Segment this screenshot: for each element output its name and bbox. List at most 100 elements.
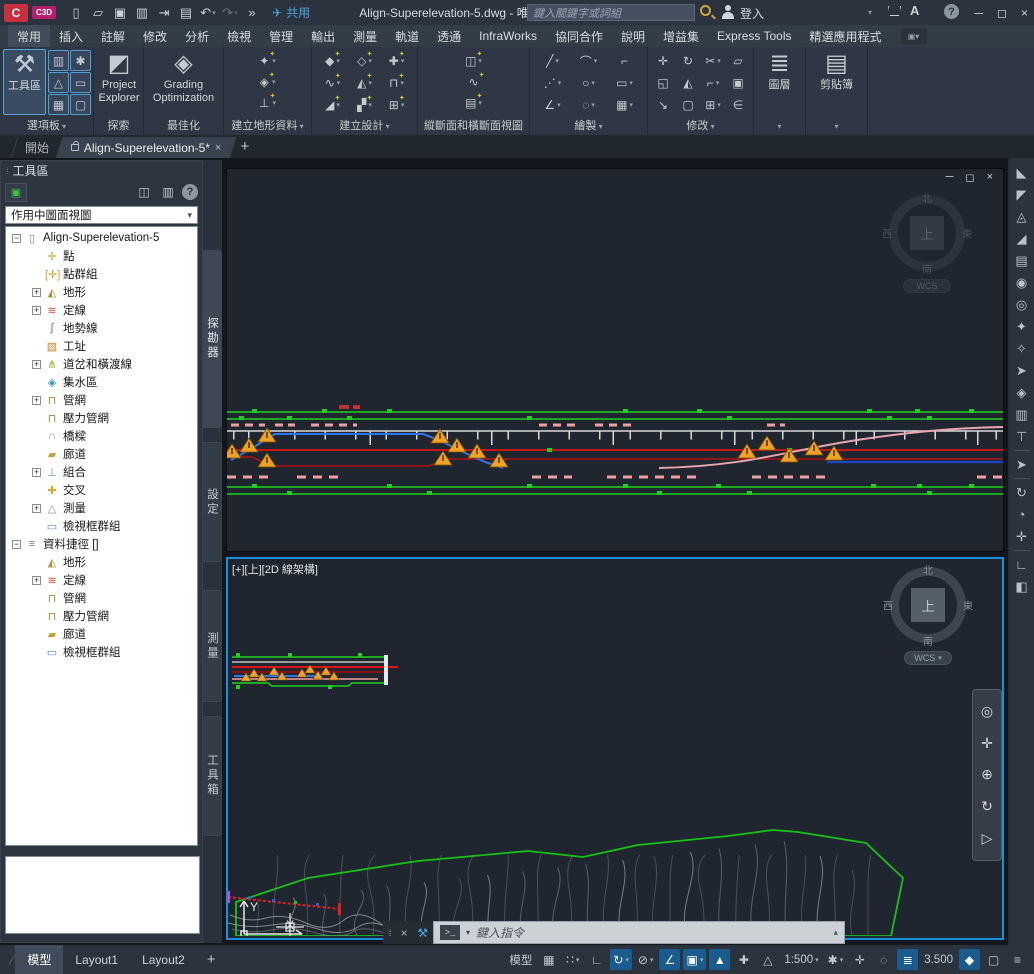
tree-expand-toggle[interactable]	[32, 468, 41, 477]
ribbon-tab[interactable]: 修改	[134, 25, 176, 47]
tree-item[interactable]: ≡ 資料捷徑 []	[6, 535, 197, 553]
zoom-icon[interactable]: ⊕	[981, 766, 993, 783]
layout-tab[interactable]: 模型	[15, 945, 63, 974]
drawing-view-dropdown[interactable]: 作用中圖面視圖 ▾	[5, 206, 198, 224]
layout-tools-icon[interactable]: ◣	[1011, 162, 1033, 183]
recent-commands-icon[interactable]: ▾	[466, 928, 470, 937]
tree-item[interactable]: ▭ 檢視框群組	[6, 517, 197, 535]
file-tab-start[interactable]: 開始	[11, 137, 64, 158]
grading-create-icon[interactable]: ◢	[317, 94, 349, 116]
tree-expand-toggle[interactable]	[12, 540, 21, 549]
tree-item[interactable]: ▨ 工址	[6, 337, 197, 355]
corridor-create-icon[interactable]: ▞	[349, 94, 381, 116]
viewcube-top-face[interactable]: 上	[911, 588, 945, 622]
drag-grip-icon[interactable]: ⁞⁞	[388, 928, 391, 938]
stretch-icon[interactable]: ↘	[651, 94, 676, 116]
hatch-icon[interactable]: ▦	[607, 94, 643, 116]
tree-expand-toggle[interactable]	[32, 360, 41, 369]
expand-history-icon[interactable]: ▴	[833, 927, 838, 938]
dynamic-ucs-icon[interactable]: ✛	[849, 949, 870, 970]
tree-item[interactable]: ʃ 地勢線	[6, 319, 197, 337]
geolocation-globe-icon[interactable]: ◉	[1011, 272, 1033, 293]
vp-restore-icon[interactable]: ◻	[965, 171, 974, 184]
fillet-icon[interactable]: ⌐	[701, 72, 726, 94]
open-file-icon[interactable]: ▱	[88, 3, 108, 23]
navigation-wheel-icon[interactable]: ◎	[981, 703, 993, 720]
signin-dropdown-icon[interactable]: ▾	[868, 8, 872, 17]
ortho-mode-icon[interactable]: ∟	[586, 949, 607, 970]
redo-icon[interactable]: ↷	[220, 3, 240, 23]
autodesk-app-icon[interactable]: A	[910, 3, 919, 18]
tree-item[interactable]: ✛ 點	[6, 247, 197, 265]
ribbon-tab[interactable]: 管理	[260, 25, 302, 47]
command-line-handle[interactable]: ⁞⁞ × ⚒	[383, 921, 433, 944]
tree-item[interactable]: ✚ 交叉	[6, 481, 197, 499]
side-tab-toolbox[interactable]: 工具箱	[203, 716, 222, 836]
scale-icon[interactable]: ▢	[676, 94, 701, 116]
tree-expand-toggle[interactable]	[32, 288, 41, 297]
print-icon[interactable]: ▤	[176, 3, 196, 23]
tree-item[interactable]: ⊓ 管網	[6, 589, 197, 607]
ribbon-tab[interactable]: 精選應用程式	[801, 25, 891, 47]
panel-title-modify[interactable]: 修改	[648, 118, 753, 134]
transfer-icon[interactable]: ⇥	[154, 3, 174, 23]
boundary-corner-icon[interactable]: ∟	[1011, 554, 1033, 575]
grading-optimization-button[interactable]: ◈ Grading Optimization	[147, 49, 221, 115]
layout-tab[interactable]: Layout2	[130, 945, 197, 974]
edit-polyline-icon[interactable]: ∠	[535, 94, 571, 116]
wcs-dropdown[interactable]: WCS	[903, 279, 951, 293]
ribbon-tab[interactable]: 插入	[50, 25, 92, 47]
active-drawing-icon[interactable]: ▣	[5, 183, 27, 202]
ribbon-tab[interactable]: 軌道	[386, 25, 428, 47]
save-icon[interactable]: ▣	[110, 3, 130, 23]
feature-line-icon[interactable]: ∿	[317, 72, 349, 94]
save-as-icon[interactable]: ▥	[132, 3, 152, 23]
viewport-top[interactable]: ─◻× 上 北 南 西 東 WCS	[226, 168, 1004, 552]
plan-view-canvas[interactable]: Y X	[228, 559, 1000, 936]
ribbon-tab[interactable]: 註解	[92, 25, 134, 47]
side-tab-settings[interactable]: 設定	[203, 442, 222, 562]
viewport-label[interactable]: [+][上][2D 線架構]	[232, 561, 318, 577]
show-motion-icon[interactable]: ▷	[982, 830, 993, 847]
new-file-icon[interactable]: ▯	[66, 3, 86, 23]
vp-close-icon[interactable]: ×	[987, 171, 993, 184]
arc-icon[interactable]: ⌒	[571, 50, 607, 72]
parcel-create-icon[interactable]: ◇	[349, 50, 381, 72]
screen-annotate-icon[interactable]: ▥	[1011, 404, 1033, 425]
create-points-icon[interactable]: ✦	[259, 51, 276, 71]
command-prompt-icon[interactable]: >_	[440, 925, 460, 940]
search-icon[interactable]	[700, 5, 711, 16]
app-menu-button[interactable]: C	[4, 4, 28, 22]
profile-create-icon[interactable]: ◭	[349, 72, 381, 94]
tree-item[interactable]: ◈ 集水區	[6, 373, 197, 391]
panel-title-design[interactable]: 建立設計	[312, 118, 417, 134]
layers-button[interactable]: ≣ 圖層	[755, 49, 805, 115]
new-drawing-tab-button[interactable]: +	[241, 138, 250, 155]
divider[interactable]	[1011, 548, 1033, 553]
array-icon[interactable]: ⊞	[701, 94, 726, 116]
toolspace-toggle-button[interactable]: ⚒ 工具區	[3, 49, 46, 115]
panel-title-clipboard[interactable]	[806, 118, 867, 134]
settings-gear-icon[interactable]: ✱	[825, 949, 847, 970]
tree-item[interactable]: ◭ 地形	[6, 553, 197, 571]
line-icon[interactable]: ╱	[535, 50, 571, 72]
annotation-scale-icon[interactable]: △	[757, 949, 778, 970]
close-icon[interactable]: ×	[401, 926, 408, 940]
model-sync-icon[interactable]: ◔	[1011, 504, 1033, 525]
ribbon-tab[interactable]: Express Tools	[708, 25, 800, 47]
panel-title-draw[interactable]: 繪製	[530, 118, 647, 134]
ribbon-tab[interactable]: 協同合作	[546, 25, 612, 47]
ribbon-tab[interactable]: 分析	[176, 25, 218, 47]
pan-icon[interactable]: ✛	[981, 735, 993, 752]
model-space-button[interactable]: 模型	[506, 949, 535, 970]
palette-grip-icon[interactable]: ⁞	[6, 166, 8, 176]
tree-expand-toggle[interactable]	[32, 306, 41, 315]
grid-display-icon[interactable]: ▦	[538, 949, 559, 970]
create-surface-icon[interactable]: ◈	[260, 72, 276, 92]
search-input[interactable]: 鍵入關鍵字或詞組	[527, 4, 695, 21]
profile-grade-icon[interactable]: ⊤	[1011, 426, 1033, 447]
command-input[interactable]: >_ ▾ 鍵入指令 ▴	[433, 921, 845, 944]
pick-add-icon[interactable]: ➤	[1011, 360, 1033, 381]
ribbon-tab[interactable]: 說明	[612, 25, 654, 47]
assembly-create-icon[interactable]: ⊓	[381, 72, 413, 94]
